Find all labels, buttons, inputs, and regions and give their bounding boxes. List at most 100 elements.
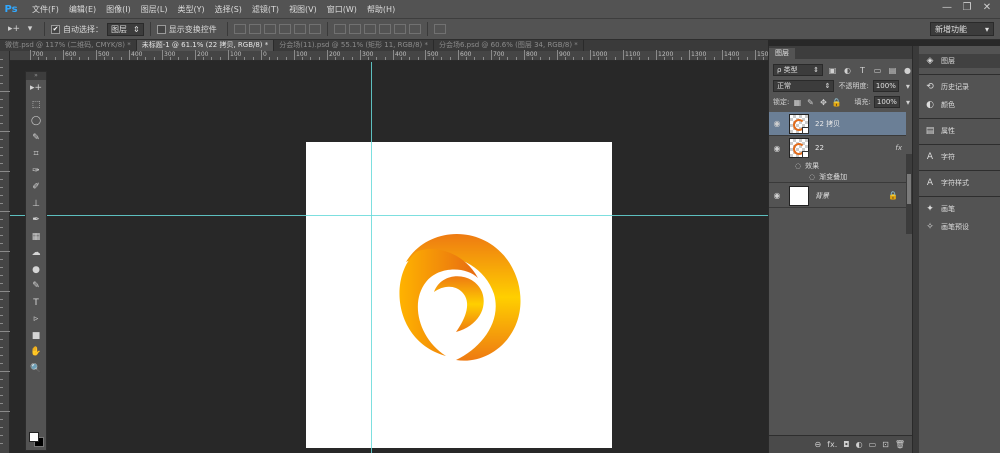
type-tool-icon[interactable]: T [26, 295, 46, 312]
crop-tool-icon[interactable]: ⌗ [26, 146, 46, 163]
lock-transparent-icon[interactable]: ▦ [792, 97, 802, 108]
align-right-icon[interactable] [308, 24, 321, 34]
blend-mode-select[interactable]: 正常 ⇕ [773, 80, 835, 92]
document-canvas[interactable] [306, 142, 612, 448]
visibility-eye-icon[interactable]: ◉ [769, 191, 785, 200]
dock-item-character-style[interactable]: A 字符样式 [919, 176, 1000, 190]
fx-badge[interactable]: fx [895, 144, 902, 152]
gradient-overlay-row[interactable]: ◌ 渐变叠加 [769, 172, 906, 183]
ruler-horizontal[interactable]: 700 600 500 400 300 200 100 0 100 200 300 400 500 600… [10, 50, 781, 61]
tab-layers[interactable]: 图层 [769, 48, 795, 59]
guide-horizontal[interactable] [10, 215, 768, 216]
layer-name[interactable]: 22 拷贝 [815, 119, 840, 129]
menu-view[interactable]: 视图(V) [289, 4, 317, 15]
distribute-top-icon[interactable] [333, 24, 346, 34]
align-bottom-icon[interactable] [263, 24, 276, 34]
path-select-tool-icon[interactable]: ▹ [26, 311, 46, 328]
toolbox-collapse-icon[interactable]: » [26, 72, 46, 80]
dock-item-properties[interactable]: ▤ 属性 [919, 124, 1000, 138]
menu-image[interactable]: 图像(I) [106, 4, 131, 15]
tab-untitled-1[interactable]: 未标题-1 @ 61.1% (22 拷贝, RGB/8) * [136, 40, 275, 51]
lock-image-icon[interactable]: ✎ [805, 97, 815, 108]
menu-file[interactable]: 文件(F) [32, 4, 59, 15]
lock-position-icon[interactable]: ✥ [818, 97, 828, 108]
filter-pixel-icon[interactable]: ▣ [827, 65, 838, 76]
quick-select-tool-icon[interactable]: ✎ [26, 130, 46, 147]
zoom-tool-icon[interactable]: 🔍 [26, 361, 46, 378]
move-tool-icon[interactable]: ▸+ [6, 22, 22, 36]
menu-edit[interactable]: 编辑(E) [69, 4, 96, 15]
scrollbar-thumb[interactable] [907, 174, 911, 204]
fill-field[interactable]: 100% [873, 96, 900, 108]
eyedropper-tool-icon[interactable]: ✑ [26, 163, 46, 180]
healing-brush-tool-icon[interactable]: ✐ [26, 179, 46, 196]
align-left-icon[interactable] [278, 24, 291, 34]
dock-item-history[interactable]: ⟲ 历史记录 [919, 80, 1000, 94]
minimize-button[interactable]: — [940, 2, 954, 14]
ruler-vertical[interactable] [0, 51, 10, 453]
layer-name[interactable]: 22 [815, 144, 824, 152]
layer-row-background[interactable]: ◉ 背景 🔒 [769, 184, 906, 208]
add-style-icon[interactable]: fx. [827, 440, 837, 449]
opacity-field[interactable]: 100% [872, 80, 899, 92]
dock-item-brush[interactable]: ✦ 画笔 [919, 202, 1000, 216]
new-adjustment-icon[interactable]: ◐ [856, 440, 863, 449]
visibility-eye-icon[interactable]: ◉ [769, 119, 785, 128]
align-hcenter-icon[interactable] [293, 24, 306, 34]
distribute-vcenter-icon[interactable] [348, 24, 361, 34]
layer-name[interactable]: 背景 [815, 191, 829, 201]
auto-select-checkbox[interactable]: ✔ [51, 24, 60, 34]
effects-eye-icon[interactable]: ◌ [795, 162, 801, 170]
workspace-select[interactable]: 新增功能 ▾ [930, 22, 994, 36]
menu-filter[interactable]: 滤镜(T) [252, 4, 279, 15]
layer-row-22-copy[interactable]: ◉ 22 拷贝 [769, 112, 906, 136]
tab-wechat[interactable]: 微信.psd @ 117% (二维码, CMYK/8) * [0, 40, 137, 51]
delete-layer-icon[interactable]: 🗑 [895, 440, 905, 449]
layer-filter-select[interactable]: ρ 类型 ⇕ [773, 64, 823, 76]
new-layer-icon[interactable]: ⊡ [882, 440, 889, 449]
filter-smart-object-icon[interactable]: ▤ [887, 65, 898, 76]
tool-preset-dropdown-icon[interactable]: ▾ [22, 22, 38, 36]
show-transform-checkbox[interactable] [156, 24, 166, 34]
rectangle-tool-icon[interactable]: ■ [26, 328, 46, 345]
distribute-right-icon[interactable] [408, 24, 421, 34]
clone-stamp-tool-icon[interactable]: ⊥ [26, 196, 46, 213]
menu-select[interactable]: 选择(S) [215, 4, 242, 15]
lock-all-icon[interactable]: 🔒 [832, 97, 842, 108]
layer-row-22[interactable]: ◉ 22 fx [769, 136, 906, 160]
align-vcenter-icon[interactable] [248, 24, 261, 34]
move-tool-icon[interactable]: ▸+ [26, 80, 46, 97]
auto-align-icon[interactable] [433, 24, 446, 34]
tab-fenhuichang-6[interactable]: 分会场6.psd @ 60.6% (图层 34, RGB/8) * [434, 40, 584, 51]
close-button[interactable]: ✕ [980, 2, 994, 14]
marquee-tool-icon[interactable]: ⬚ [26, 97, 46, 114]
distribute-bottom-icon[interactable] [363, 24, 376, 34]
effects-row[interactable]: ◌ 效果 [769, 160, 906, 171]
gradient-tool-icon[interactable]: ▦ [26, 229, 46, 246]
add-mask-icon[interactable]: ◘ [843, 440, 849, 449]
menu-help[interactable]: 帮助(H) [367, 4, 395, 15]
pen-tool-icon[interactable]: ✎ [26, 278, 46, 295]
filter-type-icon[interactable]: T [857, 65, 868, 76]
restore-button[interactable]: ❐ [960, 2, 974, 14]
effect-eye-icon[interactable]: ◌ [809, 173, 815, 181]
tab-fenhuichang-11[interactable]: 分会场(11).psd @ 55.1% (矩形 11, RGB/8) * [274, 40, 434, 51]
dodge-tool-icon[interactable]: ● [26, 262, 46, 279]
foreground-color-swatch[interactable] [29, 432, 39, 442]
align-top-icon[interactable] [233, 24, 246, 34]
new-group-icon[interactable]: ▭ [869, 440, 877, 449]
dock-item-brush-preset[interactable]: ✧ 画笔预设 [919, 220, 1000, 234]
blur-tool-icon[interactable]: ☁ [26, 245, 46, 262]
dock-item-layers[interactable]: ◈ 图层 [919, 54, 1000, 68]
link-layers-icon[interactable]: ⊖ [814, 440, 821, 449]
menu-window[interactable]: 窗口(W) [327, 4, 357, 15]
filter-shape-icon[interactable]: ▭ [872, 65, 883, 76]
filter-adjustment-icon[interactable]: ◐ [842, 65, 853, 76]
guide-vertical[interactable] [371, 62, 372, 453]
distribute-left-icon[interactable] [378, 24, 391, 34]
menu-type[interactable]: 类型(Y) [177, 4, 204, 15]
dock-item-color[interactable]: ◐ 颜色 [919, 98, 1000, 112]
menu-layer[interactable]: 图层(L) [141, 4, 168, 15]
history-brush-tool-icon[interactable]: ✒ [26, 212, 46, 229]
hand-tool-icon[interactable]: ✋ [26, 344, 46, 361]
